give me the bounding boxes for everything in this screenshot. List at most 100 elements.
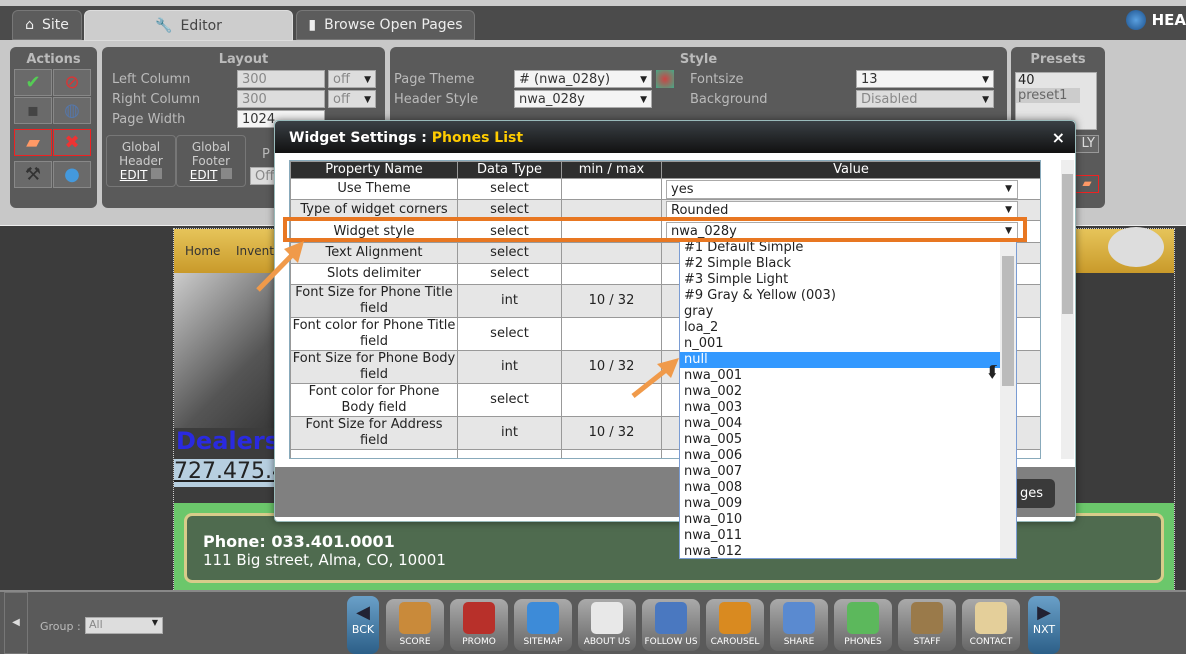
collapse-left-button[interactable]: ◀ bbox=[4, 592, 28, 654]
min-max bbox=[561, 449, 662, 458]
property-name: Font Size for Address field bbox=[290, 416, 458, 450]
close-icon[interactable]: × bbox=[1052, 128, 1065, 147]
nav-share-button[interactable]: SHARE bbox=[770, 599, 828, 651]
left-column-input[interactable]: 300 bbox=[237, 70, 325, 88]
sitemap-icon bbox=[527, 602, 559, 634]
dropdown-option[interactable]: nwa_010 bbox=[680, 512, 1000, 528]
promo-icon bbox=[463, 602, 495, 634]
data-type: select bbox=[457, 263, 562, 285]
dropdown-option[interactable]: nwa_005 bbox=[680, 432, 1000, 448]
data-type: int bbox=[457, 416, 562, 450]
global-footer-edit-link[interactable]: EDIT bbox=[190, 168, 218, 182]
map-icon[interactable] bbox=[1108, 227, 1164, 267]
global-footer-checkbox[interactable] bbox=[221, 168, 233, 179]
header-button[interactable]: HEA bbox=[1125, 10, 1186, 30]
highlight-box bbox=[283, 217, 1027, 242]
dropdown-option[interactable]: nwa_007 bbox=[680, 464, 1000, 480]
nav-contact-button[interactable]: CONTACT bbox=[962, 599, 1020, 651]
nav-follow-us-button[interactable]: FOLLOW US bbox=[642, 599, 700, 651]
arrow-annotation bbox=[256, 241, 304, 292]
nav-about-us-button[interactable]: ABOUT US bbox=[578, 599, 636, 651]
mouse-cursor-icon: ⮮ bbox=[988, 362, 998, 381]
theme-palette-icon[interactable] bbox=[656, 70, 674, 88]
save-check-icon[interactable]: ✔ bbox=[14, 69, 52, 96]
dropdown-option[interactable]: #1 Default Simple bbox=[680, 240, 1000, 256]
back-button[interactable]: ◀ BCK bbox=[347, 596, 379, 654]
dropdown-option[interactable]: nwa_012 bbox=[680, 544, 1000, 558]
dropdown-option[interactable]: gray bbox=[680, 304, 1000, 320]
wrench-icon: 🔧 bbox=[155, 17, 173, 34]
phones-icon bbox=[847, 602, 879, 634]
dropdown-option[interactable]: nwa_006 bbox=[680, 448, 1000, 464]
eraser-icon[interactable]: ▰ bbox=[14, 129, 52, 156]
eraser-icon[interactable]: ▰ bbox=[1075, 175, 1099, 193]
dropdown-option[interactable]: nwa_011 bbox=[680, 528, 1000, 544]
nav-carousel-button[interactable]: CAROUSEL bbox=[706, 599, 764, 651]
property-name: Font Size for Phone Title field bbox=[290, 284, 458, 318]
page-theme-select[interactable]: # (nwa_028y) ▼ bbox=[514, 70, 652, 88]
phone-card: Phone: 033.401.0001 111 Big street, Alma… bbox=[184, 513, 1164, 583]
background-select[interactable]: Disabled ▼ bbox=[856, 90, 994, 108]
delete-icon[interactable]: ✖ bbox=[53, 129, 91, 156]
dropdown-option[interactable]: nwa_009 bbox=[680, 496, 1000, 512]
dialog-scrollbar[interactable] bbox=[1061, 160, 1074, 459]
property-name: Use Theme bbox=[290, 178, 458, 200]
property-name: Font color for Address bbox=[290, 449, 458, 458]
right-column-select[interactable]: off ▼ bbox=[328, 90, 376, 108]
carousel-icon bbox=[719, 602, 751, 634]
dropdown-option[interactable]: loa_2 bbox=[680, 320, 1000, 336]
tab-editor[interactable]: 🔧 Editor bbox=[84, 10, 293, 41]
dropdown-option[interactable]: nwa_001 bbox=[680, 368, 1000, 384]
preset-item[interactable]: 40 bbox=[1016, 73, 1096, 88]
dropdown-option[interactable]: null bbox=[680, 352, 1000, 368]
disk-icon[interactable]: ▪ bbox=[14, 97, 52, 124]
nav-staff-button[interactable]: STAFF bbox=[898, 599, 956, 651]
dropdown-option[interactable]: #2 Simple Black bbox=[680, 256, 1000, 272]
data-type: select bbox=[457, 449, 562, 458]
user-icon[interactable]: ● bbox=[53, 161, 91, 188]
global-header-checkbox[interactable] bbox=[151, 168, 163, 179]
tools-icon[interactable]: ⚒ bbox=[14, 161, 52, 188]
nav-home[interactable]: Home bbox=[185, 244, 220, 258]
min-max: 10 / 32 bbox=[561, 284, 662, 318]
dropdown-option[interactable]: n_001 bbox=[680, 336, 1000, 352]
tab-site[interactable]: ⌂ Site bbox=[12, 10, 82, 40]
data-type: select bbox=[457, 383, 562, 417]
property-name: Font color for Phone Title field bbox=[290, 317, 458, 351]
widget-style-dropdown[interactable]: #1 Default Simple #2 Simple Black #3 Simpl… bbox=[679, 239, 1017, 559]
dropdown-option[interactable]: nwa_008 bbox=[680, 480, 1000, 496]
dropdown-option[interactable]: nwa_003 bbox=[680, 400, 1000, 416]
arrow-annotation bbox=[631, 358, 679, 398]
right-column-input[interactable]: 300 bbox=[237, 90, 325, 108]
dropdown-scrollbar[interactable] bbox=[1000, 240, 1016, 558]
dropdown-option[interactable]: #3 Simple Light bbox=[680, 272, 1000, 288]
group-select[interactable]: All ▼ bbox=[85, 617, 163, 634]
globe-icon[interactable]: ◍ bbox=[53, 97, 91, 124]
fontsize-select[interactable]: 13 ▼ bbox=[856, 70, 994, 88]
nav-promo-button[interactable]: PROMO bbox=[450, 599, 508, 651]
table-row: Use Theme select yes ▼ bbox=[290, 178, 1040, 200]
min-max bbox=[561, 317, 662, 351]
nav-score-button[interactable]: SCORE bbox=[386, 599, 444, 651]
property-name: Text Alignment bbox=[290, 242, 458, 264]
value-select[interactable]: yes ▼ bbox=[666, 180, 1018, 199]
dropdown-option[interactable]: nwa_002 bbox=[680, 384, 1000, 400]
next-button[interactable]: ▶ NXT bbox=[1028, 596, 1060, 654]
nav-sitemap-button[interactable]: SITEMAP bbox=[514, 599, 572, 651]
data-type: select bbox=[457, 178, 562, 200]
tab-browse-open-pages[interactable]: ▮ Browse Open Pages bbox=[296, 10, 475, 40]
header-style-select[interactable]: nwa_028y ▼ bbox=[514, 90, 652, 108]
cancel-icon[interactable]: ⊘ bbox=[53, 69, 91, 96]
dropdown-option[interactable]: #9 Gray & Yellow (003) bbox=[680, 288, 1000, 304]
dropdown-option[interactable]: nwa_004 bbox=[680, 416, 1000, 432]
min-max bbox=[561, 178, 662, 200]
actions-panel: Actions ✔ ⊘ ▪ ◍ ▰ ✖ ⚒ ● bbox=[10, 47, 97, 208]
left-column-select[interactable]: off ▼ bbox=[328, 70, 376, 88]
global-header-edit-link[interactable]: EDIT bbox=[120, 168, 148, 182]
min-max bbox=[561, 242, 662, 264]
global-footer-box: Global Footer EDIT bbox=[176, 135, 246, 187]
nav-phones-button[interactable]: PHONES bbox=[834, 599, 892, 651]
top-bar: ⌂ Site 🔧 Editor ▮ Browse Open Pages HEA bbox=[0, 0, 1186, 41]
preset-item[interactable]: preset1 bbox=[1016, 88, 1080, 103]
property-name: Font Size for Phone Body field bbox=[290, 350, 458, 384]
